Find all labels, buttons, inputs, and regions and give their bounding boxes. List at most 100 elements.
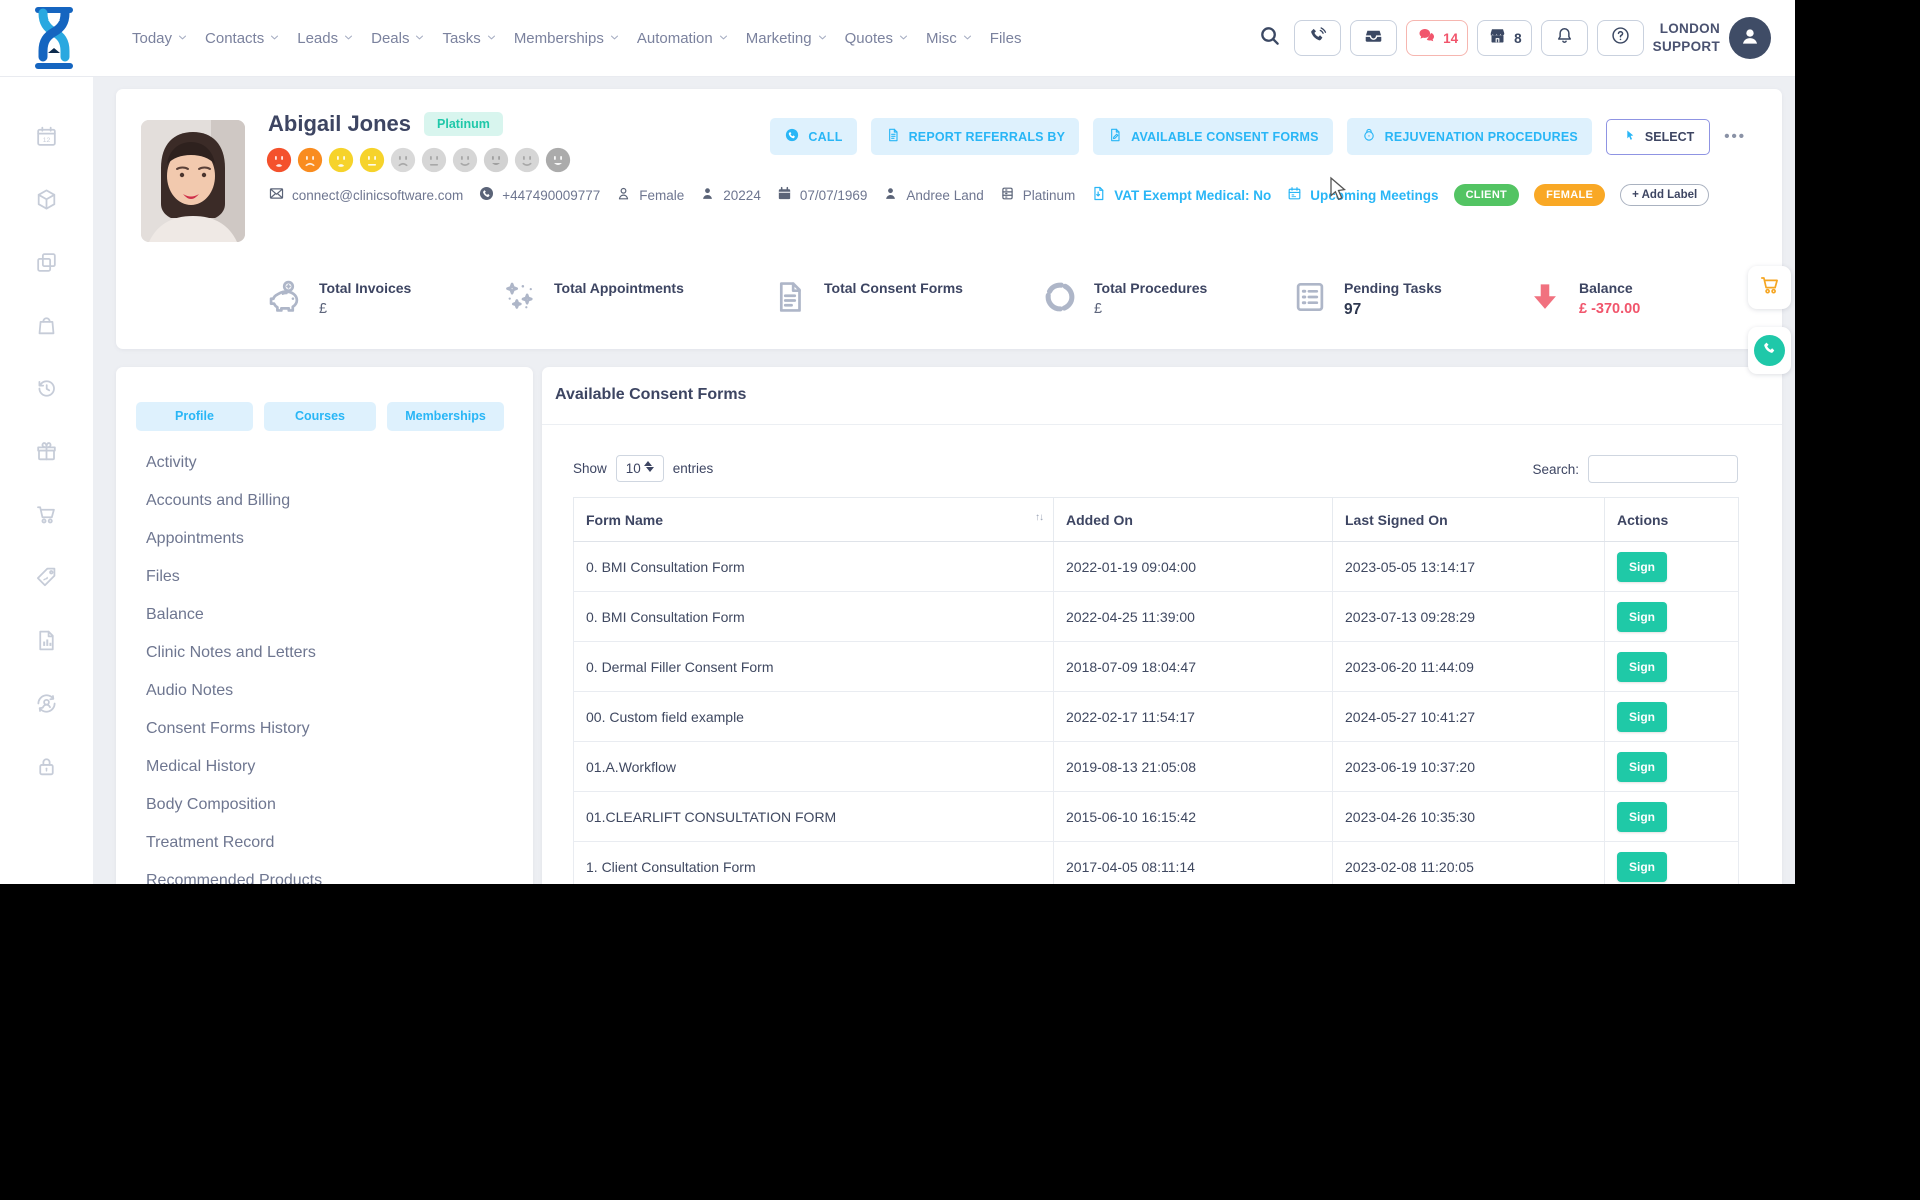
notifications-button[interactable] (1541, 20, 1588, 56)
account-sync-icon[interactable] (34, 691, 59, 721)
inbox-button[interactable] (1350, 20, 1397, 56)
tab-memberships[interactable]: Memberships (387, 402, 504, 431)
menu-item-body-composition[interactable]: Body Composition (146, 786, 513, 824)
label-pill-client[interactable]: CLIENT (1454, 184, 1520, 206)
copy-icon[interactable] (34, 250, 59, 280)
sign-button[interactable]: Sign (1617, 652, 1667, 682)
table-search-input[interactable] (1588, 455, 1738, 483)
label-pill-female[interactable]: FEMALE (1534, 184, 1605, 206)
mood-face-8[interactable] (483, 147, 509, 173)
menu-item-balance[interactable]: Balance (146, 596, 513, 634)
contact-upcoming-meetings[interactable]: Upcoming Meetings (1286, 185, 1438, 205)
nav-item-tasks[interactable]: Tasks (438, 24, 500, 53)
chat-button[interactable]: 14 (1406, 20, 1468, 56)
mood-face-2[interactable] (297, 147, 323, 173)
lock-icon[interactable] (34, 754, 59, 784)
mood-face-3[interactable] (328, 147, 354, 173)
history-icon[interactable] (34, 376, 59, 406)
menu-item-accounts-and-billing[interactable]: Accounts and Billing (146, 482, 513, 520)
tag-icon[interactable] (34, 565, 59, 595)
menu-item-consent-forms-history[interactable]: Consent Forms History (146, 710, 513, 748)
contact-label: Upcoming Meetings (1310, 188, 1438, 203)
page-size-group: Show 10 entries (573, 455, 713, 482)
nav-item-marketing[interactable]: Marketing (742, 24, 832, 53)
action-available-consent-forms[interactable]: AVAILABLE CONSENT FORMS (1093, 118, 1332, 155)
menu-item-medical-history[interactable]: Medical History (146, 748, 513, 786)
tab-courses[interactable]: Courses (264, 402, 376, 431)
mood-face-9[interactable] (514, 147, 540, 173)
menu-item-treatment-record[interactable]: Treatment Record (146, 824, 513, 862)
client-actions-row: CALL REPORT REFERRALS BY AVAILABLE CONSENT… (770, 118, 1746, 155)
add-label-button[interactable]: + Add Label (1620, 184, 1709, 206)
form-name-cell: 0. Dermal Filler Consent Form (574, 642, 1054, 692)
form-name-cell: 01.A.Workflow (574, 742, 1054, 792)
mood-face-4[interactable] (359, 147, 385, 173)
last-signed-cell: 2023-02-08 11:20:05 (1333, 842, 1605, 885)
stat-text: Pending Tasks97 (1344, 278, 1442, 321)
calendar-date-icon[interactable]: 12 (34, 124, 59, 154)
action-report-referrals-by[interactable]: REPORT REFERRALS BY (871, 118, 1080, 155)
tab-profile[interactable]: Profile (136, 402, 253, 431)
form-name-cell: 01.CLEARLIFT CONSULTATION FORM (574, 792, 1054, 842)
phone-wave-icon (1307, 25, 1328, 51)
report-chart-icon[interactable] (34, 628, 59, 658)
cart-icon[interactable] (34, 502, 59, 532)
nav-item-misc[interactable]: Misc (922, 24, 977, 53)
clinicsoftware-logo-icon[interactable] (30, 7, 78, 69)
nav-item-contacts[interactable]: Contacts (201, 24, 284, 53)
mood-face-5[interactable] (390, 147, 416, 173)
cube-icon[interactable] (34, 187, 59, 217)
more-options-button[interactable]: ••• (1724, 128, 1746, 145)
sign-button[interactable]: Sign (1617, 752, 1667, 782)
client-photo[interactable] (141, 120, 245, 242)
mood-face-10[interactable] (545, 147, 571, 173)
nav-item-automation[interactable]: Automation (633, 24, 733, 53)
sign-button[interactable]: Sign (1617, 702, 1667, 732)
search-icon[interactable] (1253, 20, 1285, 56)
action-call[interactable]: CALL (770, 118, 856, 155)
bag-icon[interactable] (34, 313, 59, 343)
help-button[interactable] (1597, 20, 1644, 56)
dialer-button[interactable] (1294, 20, 1341, 56)
nav-item-leads[interactable]: Leads (293, 24, 358, 53)
nav-item-files[interactable]: Files (986, 24, 1026, 53)
sign-button[interactable]: Sign (1617, 852, 1667, 882)
sign-button[interactable]: Sign (1617, 802, 1667, 832)
menu-item-appointments[interactable]: Appointments (146, 520, 513, 558)
menu-item-activity[interactable]: Activity (146, 444, 513, 482)
action-rejuvenation-procedures[interactable]: REJUVENATION PROCEDURES (1347, 118, 1592, 155)
contact-label: connect@clinicsoftware.com (292, 188, 463, 203)
mood-face-6[interactable] (421, 147, 447, 173)
contact-447490009777: +447490009777 (478, 185, 600, 205)
added-on-cell: 2017-04-05 08:11:14 (1054, 842, 1333, 885)
menu-item-audio-notes[interactable]: Audio Notes (146, 672, 513, 710)
contact-vat-exempt-medical-no[interactable]: VAT Exempt Medical: No (1090, 185, 1271, 205)
gift-icon[interactable] (34, 439, 59, 469)
nav-item-memberships[interactable]: Memberships (510, 24, 624, 53)
chat-icon (1416, 25, 1437, 51)
menu-item-clinic-notes-and-letters[interactable]: Clinic Notes and Letters (146, 634, 513, 672)
stat-text: Total Consent Forms (824, 278, 963, 321)
user-avatar[interactable] (1729, 17, 1771, 59)
sign-button[interactable]: Sign (1617, 552, 1667, 582)
store-button[interactable]: 8 (1477, 20, 1532, 56)
floating-call-button[interactable] (1748, 327, 1791, 374)
sign-button[interactable]: Sign (1617, 602, 1667, 632)
form-name-cell: 0. BMI Consultation Form (574, 592, 1054, 642)
nav-item-quotes[interactable]: Quotes (841, 24, 913, 53)
nav-item-today[interactable]: Today (128, 24, 192, 53)
floating-cart-button[interactable] (1748, 266, 1791, 309)
column-header-form-name[interactable]: Form Name↑↓ (574, 498, 1054, 542)
table-search-group: Search: (1532, 455, 1738, 483)
contact-label: Andree Land (906, 188, 983, 203)
client-header-card: Abigail Jones Platinum connect@clinicsof… (116, 89, 1782, 349)
mood-face-7[interactable] (452, 147, 478, 173)
select-button[interactable]: SELECT (1606, 119, 1710, 155)
page-size-select[interactable]: 10 (616, 455, 664, 482)
menu-item-files[interactable]: Files (146, 558, 513, 596)
nav-item-label: Quotes (845, 30, 893, 47)
form-name-cell: 1. Client Consultation Form (574, 842, 1054, 885)
mood-face-1[interactable] (266, 147, 292, 173)
nav-item-deals[interactable]: Deals (367, 24, 429, 53)
menu-item-recommended-products[interactable]: Recommended Products (146, 862, 513, 884)
